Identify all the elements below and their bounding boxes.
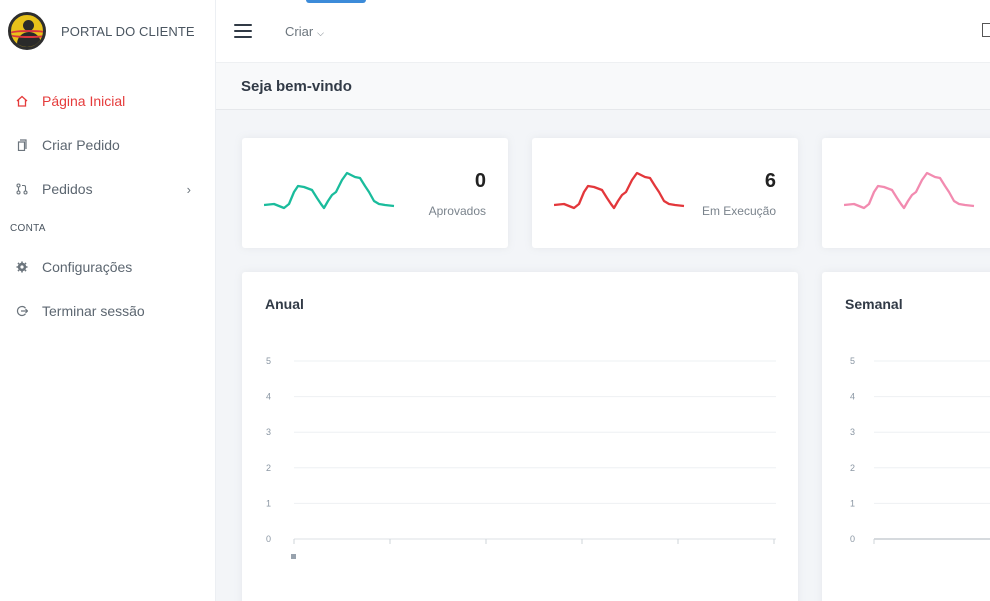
fullscreen-icon[interactable]	[982, 23, 990, 37]
git-pull-icon	[16, 182, 28, 196]
in-progress-sparkline	[554, 171, 685, 210]
sidebar-item-criar-pedido[interactable]: Criar Pedido	[0, 123, 215, 167]
y-tick-label: 1	[850, 498, 855, 508]
sidebar-item-terminar-sessao[interactable]: Terminar sessão	[0, 289, 215, 333]
sidebar-item-label: Página Inicial	[42, 93, 126, 109]
menu-toggle-icon[interactable]	[234, 24, 252, 38]
approved-sparkline	[264, 171, 395, 210]
y-tick-label: 0	[266, 534, 271, 544]
y-tick-label: 0	[850, 534, 855, 544]
chart-card-semanal: Semanal 012345	[822, 272, 990, 601]
brand-title: PORTAL DO CLIENTE	[61, 23, 195, 39]
weekly-chart: 0 1 2 3 4 5	[850, 356, 990, 544]
y-tick-label: 2	[266, 463, 271, 473]
y-tick-label: 1	[266, 498, 271, 508]
y-tick-label: 5	[266, 356, 271, 366]
y-tick-label: 4	[850, 392, 855, 402]
page-title: Seja bem-vindo	[216, 62, 990, 110]
sidebar: PORTAL DO CLIENTE Página Inicial Criar P…	[0, 0, 216, 601]
brand[interactable]: PORTAL DO CLIENTE	[0, 0, 215, 62]
annual-chart: 0 1 2 3 4 5	[266, 356, 776, 559]
document-icon	[16, 138, 28, 152]
sidebar-item-label: Configurações	[42, 259, 133, 275]
sidebar-item-label: Pedidos	[42, 181, 93, 197]
chevron-down-icon: ⌵	[317, 27, 324, 38]
y-tick-label: 4	[266, 392, 271, 402]
user-logo-icon	[8, 12, 46, 50]
sidebar-section-label: CONTA	[10, 222, 46, 234]
create-label: Criar	[285, 23, 314, 39]
stat-card-em-execucao: 6 Em Execução	[532, 138, 798, 248]
stat-label: Aprovados	[428, 204, 486, 218]
topbar: Criar ⌵	[216, 0, 990, 62]
third-sparkline	[844, 171, 975, 210]
y-tick-label: 3	[266, 427, 271, 437]
stat-value: 6	[764, 170, 776, 192]
accent-tab	[306, 0, 366, 3]
sidebar-item-label: Terminar sessão	[42, 303, 145, 319]
chevron-right-icon: ›	[186, 181, 191, 197]
sidebar-nav: Página Inicial Criar Pedido Pedidos › CO…	[0, 79, 215, 333]
gear-icon	[16, 260, 28, 274]
sidebar-item-configuracoes[interactable]: Configurações	[0, 245, 215, 289]
stat-card-aprovados: 0 Aprovados	[242, 138, 508, 248]
home-icon	[16, 94, 28, 108]
stat-card-third	[822, 138, 990, 248]
stat-label: Em Execução	[701, 204, 776, 218]
chart-card-anual: Anual 012345	[242, 272, 798, 601]
create-dropdown[interactable]: Criar ⌵	[285, 24, 324, 39]
bar	[291, 554, 296, 559]
y-tick-label: 5	[850, 356, 855, 366]
sidebar-item-pagina-inicial[interactable]: Página Inicial	[0, 79, 215, 123]
sidebar-item-pedidos[interactable]: Pedidos ›	[0, 167, 215, 211]
sidebar-item-label: Criar Pedido	[42, 137, 120, 153]
logout-icon	[16, 304, 28, 318]
stat-value: 0	[474, 170, 486, 192]
y-tick-label: 2	[850, 463, 855, 473]
y-tick-label: 3	[850, 427, 855, 437]
